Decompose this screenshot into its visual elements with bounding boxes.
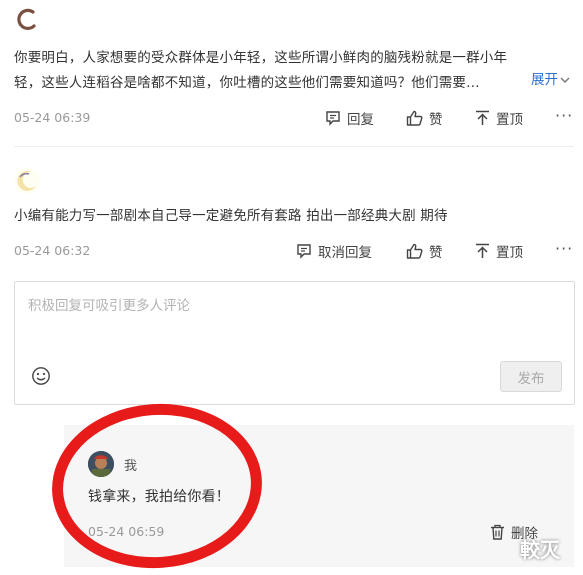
reply-label: 回复 bbox=[347, 112, 374, 128]
like-button[interactable]: 赞 bbox=[406, 108, 443, 128]
chevron-down-icon bbox=[560, 69, 570, 88]
pin-label: 置顶 bbox=[496, 245, 523, 261]
timestamp: 05-24 06:32 bbox=[14, 243, 91, 258]
trash-icon bbox=[490, 524, 505, 540]
divider bbox=[14, 146, 574, 147]
watermark: 較灭 bbox=[520, 538, 560, 562]
thumbs-up-icon bbox=[406, 110, 423, 126]
more-options-button[interactable]: ··· bbox=[555, 106, 573, 125]
avatar[interactable] bbox=[14, 168, 40, 194]
avatar[interactable] bbox=[14, 6, 40, 32]
publish-button[interactable]: 发布 bbox=[500, 361, 562, 392]
pin-label: 置顶 bbox=[496, 112, 523, 128]
reply-box: 发布 bbox=[14, 281, 575, 405]
pin-button[interactable]: 置顶 bbox=[475, 241, 523, 261]
cancel-reply-label: 取消回复 bbox=[318, 245, 372, 261]
pin-top-icon bbox=[475, 110, 490, 126]
emoji-icon[interactable] bbox=[31, 366, 51, 390]
thumbs-up-icon bbox=[406, 243, 423, 259]
like-label: 赞 bbox=[429, 245, 443, 261]
timestamp: 05-24 06:39 bbox=[14, 110, 91, 125]
comment-text: 小编有能力写一部剧本自己导一定避免所有套路 拍出一部经典大剧 期待 bbox=[14, 208, 448, 224]
pin-top-icon bbox=[475, 243, 490, 259]
comment-icon bbox=[325, 110, 341, 126]
like-label: 赞 bbox=[429, 112, 443, 128]
more-options-button[interactable]: ··· bbox=[555, 239, 573, 258]
pin-button[interactable]: 置顶 bbox=[475, 108, 523, 128]
cancel-reply-button[interactable]: 取消回复 bbox=[296, 241, 372, 261]
reply-input[interactable] bbox=[26, 292, 565, 356]
expand-link[interactable]: 展开 bbox=[531, 68, 570, 88]
comment-icon bbox=[296, 243, 312, 259]
like-button[interactable]: 赞 bbox=[406, 241, 443, 261]
comment-text: 你要明白，人家想要的受众群体是小年轻，这些所谓小鲜肉的脑残粉就是一群小年轻，这些… bbox=[14, 50, 508, 91]
reply-button[interactable]: 回复 bbox=[325, 108, 374, 128]
expand-label: 展开 bbox=[531, 72, 558, 88]
